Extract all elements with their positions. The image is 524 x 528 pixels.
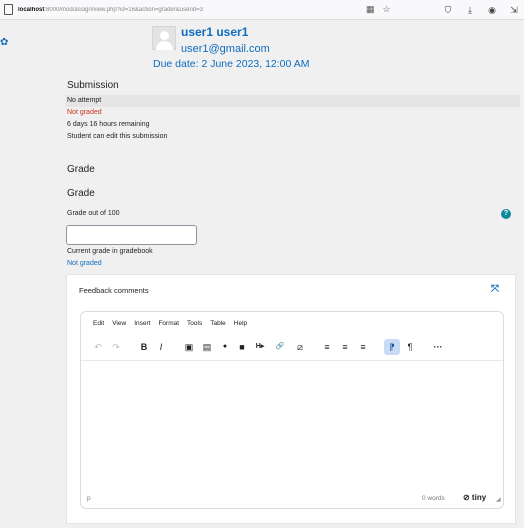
- shield-icon[interactable]: ⛉: [442, 4, 454, 16]
- avatar: [152, 26, 176, 50]
- toolbar-divider: [81, 360, 503, 361]
- page-icon: [4, 4, 13, 15]
- feedback-title: Feedback comments: [79, 286, 149, 295]
- more-options-icon[interactable]: ···: [431, 339, 445, 355]
- unlink-icon[interactable]: ⧄: [293, 339, 307, 355]
- word-count[interactable]: 0 words: [422, 495, 445, 502]
- tiny-logo[interactable]: ⊘ tiny: [463, 493, 486, 502]
- due-date: Due date: 2 June 2023, 12:00 AM: [153, 58, 310, 70]
- italic-button[interactable]: I: [154, 339, 168, 355]
- image-icon[interactable]: ▣: [182, 339, 196, 355]
- menu-format[interactable]: Format: [158, 320, 179, 327]
- editor-menubar: Edit View Insert Format Tools Table Help: [93, 320, 247, 327]
- grade-input[interactable]: [66, 225, 197, 245]
- time-remaining: 6 days 16 hours remaining: [67, 121, 150, 128]
- undo-icon[interactable]: ↶: [91, 339, 105, 355]
- menu-insert[interactable]: Insert: [134, 320, 150, 327]
- ltr-button[interactable]: ⁋: [384, 339, 400, 355]
- browser-url-bar[interactable]: localhost:8000/mod/assign/view.php?id=16…: [0, 0, 524, 20]
- editor-toolbar: ↶ ↷ B I ▣ ▤ ● ■ H▸ 🔗 ⧄ ≡ ≡ ≡ ⁋ ¶ ···: [87, 339, 497, 355]
- menu-help[interactable]: Help: [234, 320, 247, 327]
- current-grade-link[interactable]: Not graded: [67, 260, 102, 267]
- menu-tools[interactable]: Tools: [187, 320, 202, 327]
- bold-button[interactable]: B: [137, 339, 151, 355]
- align-right-icon[interactable]: ≡: [356, 339, 370, 355]
- user-name[interactable]: user1 user1: [181, 25, 248, 39]
- user-email[interactable]: user1@gmail.com: [181, 43, 270, 55]
- link-icon[interactable]: 🔗: [273, 339, 287, 355]
- attempt-status: No attempt: [66, 95, 520, 107]
- element-path[interactable]: p: [87, 495, 91, 502]
- record-audio-icon[interactable]: ●: [218, 339, 232, 355]
- h5p-icon[interactable]: H▸: [253, 339, 267, 355]
- grade-section-heading: Grade: [67, 164, 95, 175]
- grade-out-of-label: Grade out of 100: [67, 210, 120, 217]
- menu-edit[interactable]: Edit: [93, 320, 104, 327]
- reader-view-icon[interactable]: ▦: [366, 4, 375, 15]
- feedback-card: Feedback comments ⤧ Edit View Insert For…: [66, 274, 516, 524]
- redo-icon[interactable]: ↷: [109, 339, 123, 355]
- download-icon[interactable]: ⤓: [464, 4, 476, 16]
- menu-icon[interactable]: ⇲: [508, 4, 520, 16]
- record-video-icon[interactable]: ■: [235, 339, 249, 355]
- help-icon[interactable]: ?: [501, 209, 511, 219]
- url-text[interactable]: localhost:8000/mod/assign/view.php?id=16…: [18, 7, 318, 13]
- grade-subsection-heading: Grade: [67, 188, 95, 199]
- gear-icon[interactable]: ✿: [0, 37, 8, 48]
- editor-statusbar: p 0 words ⊘ tiny ◢: [81, 490, 503, 508]
- align-left-icon[interactable]: ≡: [320, 339, 334, 355]
- current-grade-label: Current grade in gradebook: [67, 248, 153, 255]
- edit-status: Student can edit this submission: [67, 133, 168, 140]
- align-center-icon[interactable]: ≡: [338, 339, 352, 355]
- menu-view[interactable]: View: [112, 320, 126, 327]
- grading-status: Not graded: [67, 109, 102, 116]
- collapse-icon[interactable]: ⤧: [491, 284, 499, 295]
- extension-icon[interactable]: ◉: [486, 4, 498, 16]
- submission-status: No attempt Not graded 6 days 16 hours re…: [66, 95, 520, 143]
- submission-heading: Submission: [67, 80, 119, 91]
- resize-handle-icon[interactable]: ◢: [496, 496, 501, 503]
- rich-text-editor[interactable]: Edit View Insert Format Tools Table Help…: [80, 311, 504, 509]
- media-icon[interactable]: ▤: [200, 339, 214, 355]
- star-icon[interactable]: ☆: [383, 4, 391, 15]
- rtl-button[interactable]: ¶: [403, 339, 417, 355]
- menu-table[interactable]: Table: [210, 320, 226, 327]
